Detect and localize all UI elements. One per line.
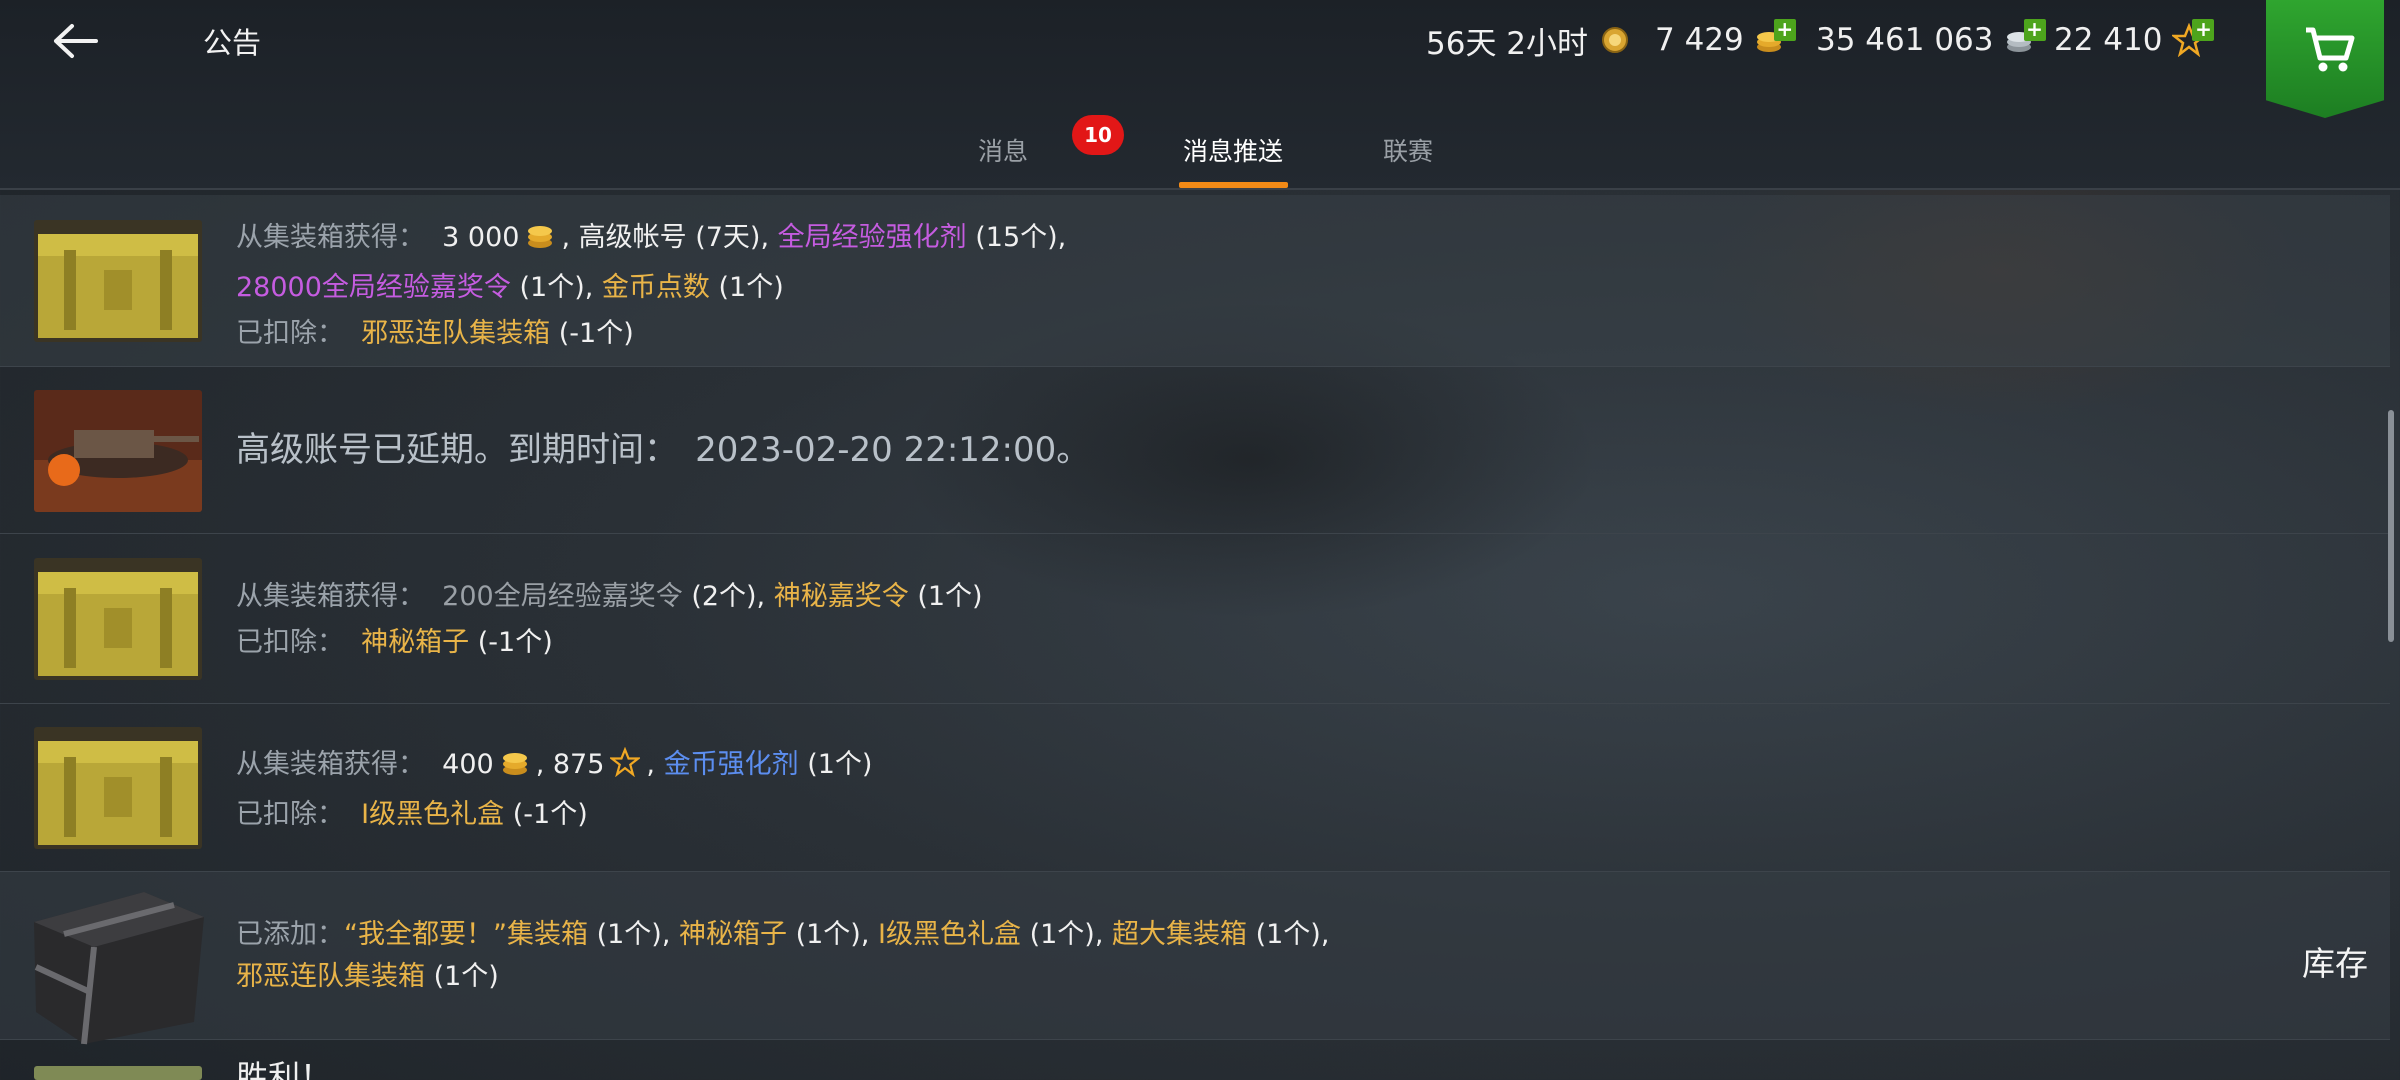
added-item: 神秘箱子: [679, 919, 787, 950]
victory-text: 胜利！: [236, 1058, 333, 1080]
gold-coins-icon: +: [1754, 19, 1796, 57]
gold-coins-icon: [500, 746, 530, 792]
label-added: 已添加：: [236, 919, 344, 950]
added-count: (1个): [433, 961, 499, 992]
battle-result-image: [34, 1066, 202, 1080]
black-gift-box-image: [24, 872, 210, 1048]
label-received: 从集装箱获得：: [236, 581, 425, 612]
reward-count: (15个),: [975, 222, 1067, 253]
added-count: (1个),: [795, 919, 870, 950]
free-xp-amount: , 875: [535, 749, 605, 780]
message-text: 从集装箱获得： 200全局经验嘉奖令 (2个), 神秘嘉奖令 (1个) 已扣除：…: [236, 574, 983, 666]
label-received: 从集装箱获得：: [236, 222, 425, 253]
list-item[interactable]: 从集装箱获得： 200全局经验嘉奖令 (2个), 神秘嘉奖令 (1个) 已扣除：…: [0, 534, 2390, 704]
added-item: I级黑色礼盒: [878, 919, 1021, 950]
premium-time[interactable]: 56天 2小时: [1426, 18, 1632, 62]
deducted-count: (-1个): [512, 799, 588, 830]
free-xp-value: 22 410: [2054, 22, 2163, 58]
silver-coins-icon: +: [2004, 19, 2046, 57]
message-text: 从集装箱获得： 400 , 875, 金币强化剂 (1个) 已扣除： I级黑色礼盒…: [236, 742, 872, 838]
gold-container-image: [34, 558, 202, 680]
label-received: 从集装箱获得：: [236, 749, 425, 780]
reward-xp-booster: 全局经验强化剂: [777, 222, 967, 253]
list-item[interactable]: 已添加：“我全都要！”集装箱 (1个), 神秘箱子 (1个), I级黑色礼盒 (…: [0, 872, 2390, 1045]
free-xp-star-icon: [608, 746, 642, 792]
list-item[interactable]: 高级账号已延期。到期时间： 2023-02-20 22:12:00。: [0, 367, 2390, 534]
reward-gold-booster: 金币强化剂: [663, 749, 799, 780]
deducted-item: I级黑色礼盒: [361, 799, 505, 830]
reward-count: (1个): [807, 749, 873, 780]
add-free-xp-icon[interactable]: +: [2192, 19, 2215, 41]
reward-xp-order: 28000全局经验嘉奖令: [236, 272, 511, 303]
reward-gold-points: 金币点数: [601, 272, 710, 303]
credits-balance[interactable]: 35 461 063 +: [1816, 18, 2046, 62]
reward-count: (1个): [718, 272, 784, 303]
label-deducted: 已扣除：: [236, 627, 344, 658]
deducted-item: 邪恶连队集装箱: [361, 318, 551, 349]
active-tab-indicator: [1179, 182, 1288, 188]
gold-amount: 400: [442, 749, 494, 780]
reward-count: (1个): [917, 581, 983, 612]
premium-medal-icon: [1598, 23, 1632, 57]
unread-badge: 10: [1072, 115, 1124, 155]
premium-extended-text: 高级账号已延期。到期时间：: [236, 430, 678, 470]
page-title: 公告: [203, 26, 262, 60]
label-deducted: 已扣除：: [236, 318, 344, 349]
inventory-button[interactable]: 库存: [2302, 937, 2368, 985]
reward-xp-order: 200全局经验嘉奖令: [442, 581, 683, 612]
gold-balance[interactable]: 7 429 +: [1655, 18, 1796, 62]
premium-reward: , 高级帐号 (7天),: [561, 222, 770, 253]
gold-coins-icon: [525, 219, 555, 265]
message-text: 高级账号已延期。到期时间： 2023-02-20 22:12:00。: [236, 425, 1090, 478]
added-count: (1个),: [1029, 919, 1104, 950]
scrollbar[interactable]: [2388, 410, 2394, 642]
deducted-count: (-1个): [558, 318, 634, 349]
list-item[interactable]: 从集装箱获得： 400 , 875, 金币强化剂 (1个) 已扣除： I级黑色礼盒…: [0, 704, 2390, 872]
top-bar: 公告 56天 2小时 7 429 + 35 461 063 + 22 410 +: [0, 0, 2400, 190]
add-credits-icon[interactable]: +: [2023, 19, 2046, 41]
gold-container-image: [34, 220, 202, 342]
tank-battle-image: [34, 390, 202, 512]
gold-amount: 3 000: [442, 222, 520, 253]
reward-count: (2个),: [691, 581, 766, 612]
gold-container-image: [34, 727, 202, 849]
reward-count: (1个),: [519, 272, 594, 303]
gold-balance-value: 7 429: [1655, 22, 1744, 58]
message-text: 从集装箱获得： 3 000 , 高级帐号 (7天), 全局经验强化剂 (15个),…: [236, 215, 1066, 357]
free-xp-balance[interactable]: 22 410 +: [2054, 18, 2215, 62]
tab-message-push[interactable]: 消息推送: [1183, 132, 1283, 168]
deducted-count: (-1个): [477, 627, 553, 658]
expiry-time: 2023-02-20 22:12:00。: [695, 430, 1091, 470]
tab-messages[interactable]: 消息: [978, 132, 1028, 168]
add-gold-icon[interactable]: +: [1773, 19, 1796, 41]
list-item[interactable]: 胜利！: [0, 1040, 2390, 1080]
separator: ,: [646, 749, 656, 780]
label-deducted: 已扣除：: [236, 799, 344, 830]
cart-icon: [2306, 27, 2355, 72]
tab-bar: 消息 消息推送 联赛: [0, 120, 2400, 190]
added-count: (1个),: [596, 919, 671, 950]
free-xp-star-icon: +: [2170, 19, 2215, 58]
deducted-item: 神秘箱子: [361, 627, 470, 658]
credits-balance-value: 35 461 063: [1816, 22, 1994, 58]
shop-button[interactable]: [2266, 0, 2384, 118]
message-text: 已添加：“我全都要！”集装箱 (1个), 神秘箱子 (1个), I级黑色礼盒 (…: [236, 914, 1329, 998]
added-item: 邪恶连队集装箱: [236, 961, 425, 992]
tab-league[interactable]: 联赛: [1383, 132, 1433, 168]
list-item[interactable]: 从集装箱获得： 3 000 , 高级帐号 (7天), 全局经验强化剂 (15个),…: [0, 195, 2390, 367]
back-arrow-icon[interactable]: [48, 16, 104, 66]
premium-time-value: 56天 2小时: [1426, 25, 1589, 62]
added-item: “我全都要！”集装箱: [344, 919, 588, 950]
added-count: (1个),: [1255, 919, 1330, 950]
added-item: 超大集装箱: [1112, 919, 1247, 950]
reward-mystery-order: 神秘嘉奖令: [773, 581, 909, 612]
